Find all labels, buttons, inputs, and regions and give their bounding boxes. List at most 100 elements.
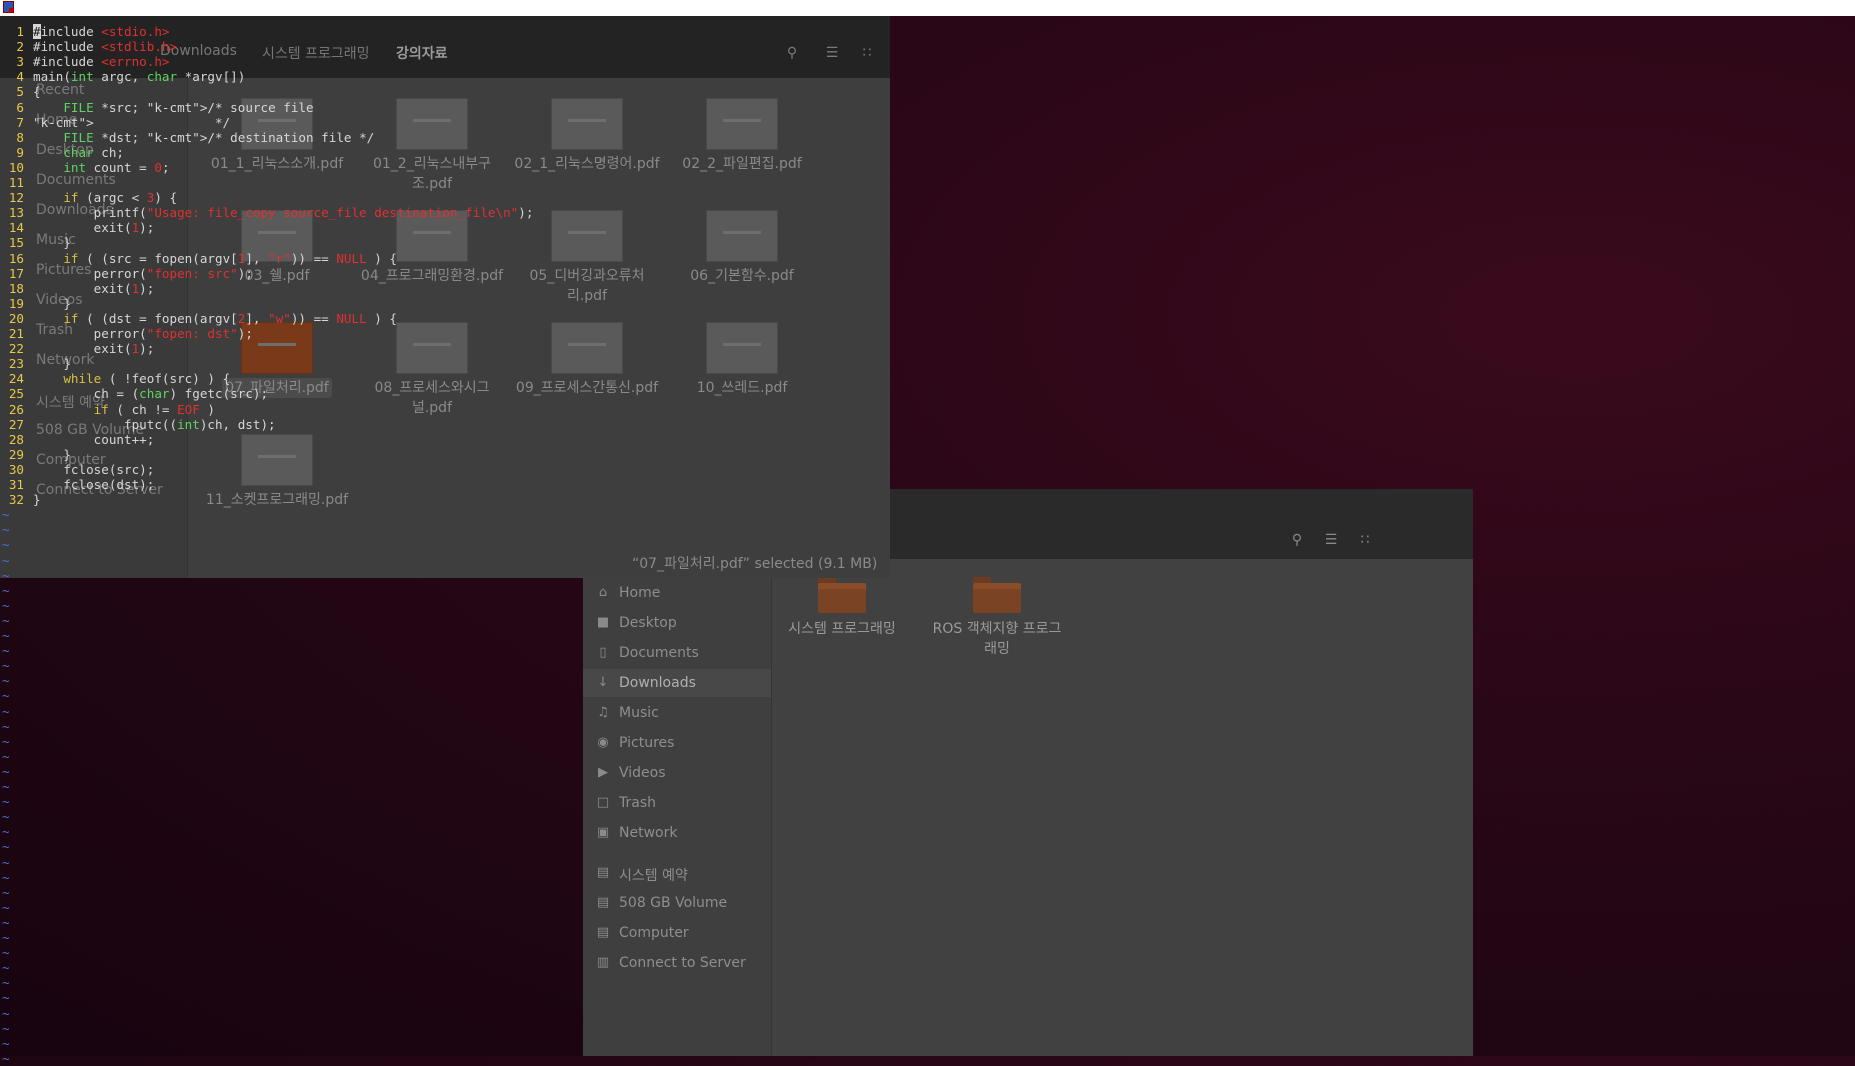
- sidebar-item[interactable]: ▤ 시스템 예약: [583, 859, 771, 887]
- app-icon[interactable]: [3, 1, 14, 13]
- files-view: 01_1_리눅스소개.pdf 01_2_리눅스내부구조.pdf 02_1_리눅스명령…: [188, 78, 890, 578]
- sidebar-item[interactable]: ↓ Downloads: [583, 669, 771, 697]
- empty-line-tilde: ~: [2, 628, 10, 643]
- pdf-thumbnail-icon: [396, 322, 468, 374]
- code-line[interactable]: 14 exit(1);: [0, 220, 155, 235]
- folder-item[interactable]: 시스템 프로그래밍: [772, 575, 912, 639]
- empty-line-tilde: ~: [2, 1050, 10, 1066]
- code-line[interactable]: 7 "k-cmt"> */: [0, 115, 230, 130]
- sidebar-item-label: Computer: [619, 925, 689, 941]
- pdf-thumbnail-icon: [396, 98, 468, 150]
- code-line[interactable]: 9 char ch;: [0, 145, 124, 160]
- pdf-file-item[interactable]: 01_2_리눅스내부구조.pdf: [357, 98, 507, 194]
- search-icon[interactable]: ⚲: [781, 42, 803, 64]
- code-line[interactable]: 31 fclose(dst);: [0, 477, 155, 492]
- code-line[interactable]: 27 fputc((int)ch, dst);: [0, 417, 276, 432]
- code-line[interactable]: 22 exit(1);: [0, 341, 155, 357]
- list-view-icon[interactable]: ☰: [821, 42, 843, 64]
- code-line[interactable]: 30 fclose(src);: [0, 461, 155, 477]
- code-line[interactable]: 26 if ( ch != EOF ): [0, 402, 215, 417]
- list-view-icon[interactable]: ☰: [1320, 529, 1342, 551]
- code-line[interactable]: 24 while ( !feof(src) ) {: [0, 371, 230, 386]
- sidebar-item[interactable]: ■ Desktop: [583, 609, 771, 637]
- sidebar-item[interactable]: Recent: [36, 82, 84, 98]
- pdf-file-item[interactable]: 04_프로그래밍환경.pdf: [357, 210, 507, 286]
- trash-icon: □: [596, 795, 610, 810]
- line-number: 22: [8, 341, 24, 357]
- code-text: {: [33, 84, 41, 100]
- line-number: 23: [8, 356, 24, 372]
- code-line[interactable]: 1 #include <stdio.h>: [0, 24, 170, 39]
- empty-line-tilde: ~: [2, 733, 10, 749]
- code-line[interactable]: 4 main(int argc, char *argv[]): [0, 69, 245, 84]
- folder-label: ROS 객체지향 프로그래밍: [932, 621, 1062, 657]
- sidebar-item[interactable]: ▯ Documents: [583, 639, 771, 667]
- code-line[interactable]: 23 }: [0, 356, 71, 371]
- sidebar-item[interactable]: ⌂ Home: [583, 579, 771, 607]
- sidebar-item[interactable]: ▥ Connect to Server: [583, 949, 771, 977]
- pdf-file-item[interactable]: 10_쓰레드.pdf: [667, 322, 817, 398]
- sidebar-item[interactable]: □ Trash: [583, 789, 771, 817]
- pdf-thumbnail-icon: [706, 322, 778, 374]
- sidebar-item[interactable]: ▤ Computer: [583, 919, 771, 947]
- code-line[interactable]: 32}: [0, 492, 41, 507]
- breadcrumb-system-programming[interactable]: 시스템 프로그래밍: [262, 43, 370, 63]
- search-icon[interactable]: ⚲: [1286, 529, 1308, 551]
- code-line[interactable]: 3 #include <errno.h>: [0, 54, 169, 69]
- code-line[interactable]: 21 perror("fopen: dst");: [0, 326, 253, 341]
- code-line[interactable]: 12 if (argc < 3) {: [0, 190, 177, 205]
- code-line[interactable]: 5{: [0, 84, 41, 100]
- code-line[interactable]: 15 }: [0, 235, 71, 250]
- code-line[interactable]: 29 }: [0, 447, 71, 462]
- line-number: 10: [8, 159, 24, 175]
- code-line[interactable]: 18 exit(1);: [0, 280, 155, 296]
- code-line[interactable]: 20 if ( (dst = fopen(argv[2], "w")) == N…: [0, 311, 397, 326]
- code-line[interactable]: 6 FILE *src; "k-cmt">/* source file: [0, 100, 313, 115]
- sidebar-item[interactable]: ♫ Music: [583, 699, 771, 727]
- line-number: 2: [16, 39, 24, 55]
- pdf-thumbnail-icon: [706, 98, 778, 150]
- sidebar-item[interactable]: ▤ 508 GB Volume: [583, 889, 771, 917]
- code-line[interactable]: 10 int count = 0;: [0, 160, 170, 175]
- code-line[interactable]: 28 count++;: [0, 432, 155, 447]
- pdf-file-item[interactable]: 05_디버깅과오류처리.pdf: [512, 210, 662, 306]
- code-line[interactable]: 11: [0, 175, 33, 190]
- drive-icon: ▤: [596, 925, 610, 940]
- breadcrumb-lecture-materials[interactable]: 강의자료: [396, 43, 448, 63]
- drive-icon: ▤: [596, 865, 610, 880]
- pdf-file-item[interactable]: 11_소켓프로그래밍.pdf: [202, 434, 352, 510]
- sidebar-item[interactable]: ▶ Videos: [583, 759, 771, 787]
- pdf-file-item[interactable]: 02_2_파일편집.pdf: [667, 98, 817, 174]
- code-line[interactable]: 19 }: [0, 296, 71, 311]
- code-line[interactable]: 8 FILE *dst; "k-cmt">/* destination file…: [0, 130, 374, 145]
- code-text: printf("Usage: file_copy source_file des…: [33, 205, 534, 221]
- line-number: 18: [8, 280, 24, 296]
- code-line[interactable]: 16 if ( (src = fopen(argv[1], "r")) == N…: [0, 251, 397, 266]
- empty-line-tilde: ~: [2, 1020, 10, 1036]
- empty-line-tilde: ~: [2, 522, 10, 538]
- line-number: 30: [8, 461, 24, 477]
- code-text: }: [33, 235, 71, 251]
- empty-line-tilde: ~: [2, 673, 10, 689]
- code-text: "k-cmt"> */: [33, 114, 231, 130]
- file-label: 10_쓰레드.pdf: [696, 380, 788, 396]
- code-line[interactable]: 25 ch = (char) fgetc(src);: [0, 386, 268, 401]
- grid-view-icon[interactable]: ∷: [1354, 529, 1376, 551]
- sidebar-item-label: Home: [619, 585, 661, 601]
- pdf-file-item[interactable]: 02_1_리눅스명령어.pdf: [512, 98, 662, 174]
- code-line[interactable]: 17 perror("fopen: src");: [0, 266, 253, 281]
- sidebar-item[interactable]: ▣ Network: [583, 819, 771, 847]
- code-text: #include <stdio.h>: [33, 24, 170, 39]
- folder-icon: [818, 575, 866, 613]
- file-label: 06_기본함수.pdf: [690, 268, 794, 284]
- pdf-file-item[interactable]: 06_기본함수.pdf: [667, 210, 817, 286]
- grid-view-icon[interactable]: ∷: [856, 42, 878, 64]
- folder-item[interactable]: ROS 객체지향 프로그래밍: [927, 575, 1067, 659]
- file-label: 01_1_리눅스소개.pdf: [210, 156, 344, 172]
- code-line[interactable]: 2 #include <stdlib.h>: [0, 39, 177, 54]
- sidebar-item[interactable]: ◉ Pictures: [583, 729, 771, 757]
- code-line[interactable]: 13 printf("Usage: file_copy source_file …: [0, 205, 534, 221]
- pdf-file-item[interactable]: 09_프로세스간통신.pdf: [512, 322, 662, 398]
- code-text: if ( (dst = fopen(argv[2], "w")) == NULL…: [63, 310, 398, 326]
- pdf-file-item[interactable]: 08_프로세스와시그널.pdf: [357, 322, 507, 418]
